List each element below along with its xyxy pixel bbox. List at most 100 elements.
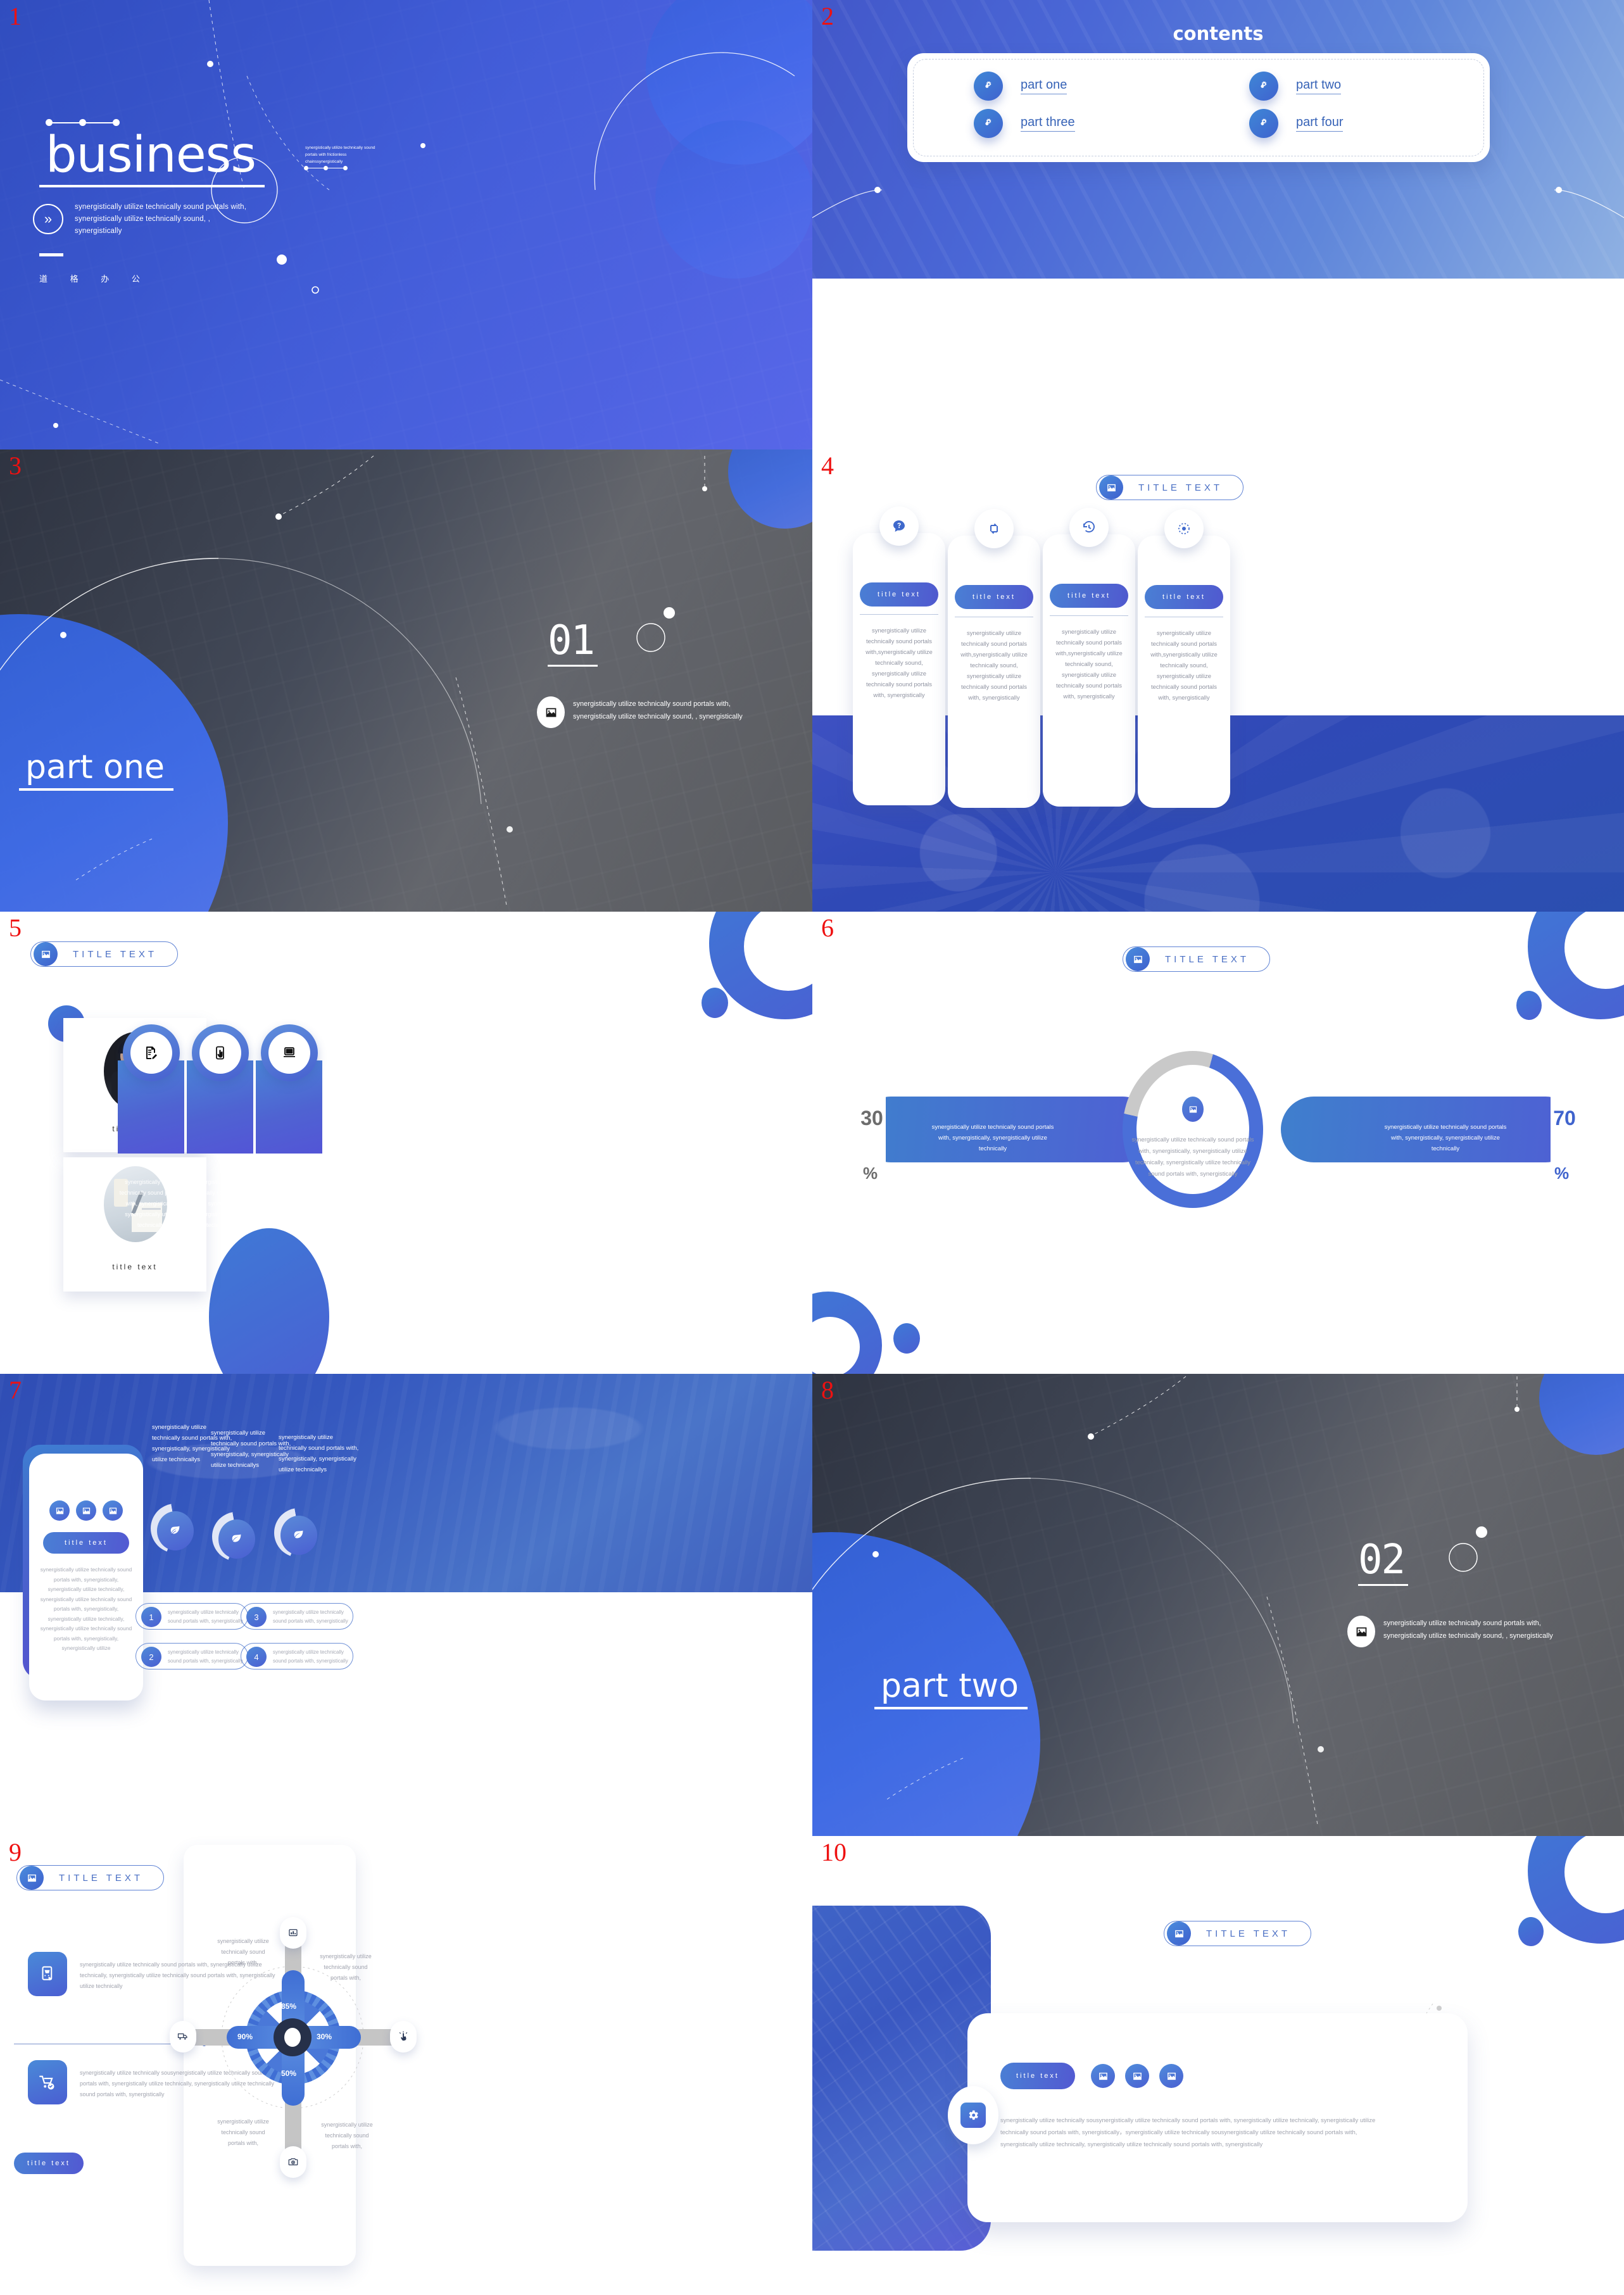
- donut-chart: [1123, 1051, 1263, 1208]
- laptop-icon: [268, 1032, 310, 1074]
- column-body: synergistically utilize technically soun…: [866, 627, 933, 699]
- slide-1-subtitle: synergistically utilize technically soun…: [75, 203, 247, 235]
- brand-chinese-text: 道 格 办 公: [39, 274, 150, 284]
- contents-item-part-two[interactable]: part two: [1249, 72, 1342, 101]
- feature-column: title text synergistically utilize techn…: [1138, 509, 1230, 808]
- slide-number: 3: [9, 451, 22, 480]
- corner-dot-divider: [304, 166, 348, 170]
- slide-1: business » synergistically utilize techn…: [0, 0, 812, 450]
- slide-4: TITLE TEXT title text synergistically ut…: [812, 450, 1624, 912]
- gear-icon: [960, 2103, 986, 2128]
- question-bubble-icon: [879, 506, 919, 546]
- contents-item-label: part three: [1021, 115, 1075, 132]
- slide-1-corner-text: synergistically utilize technically soun…: [305, 146, 375, 164]
- icon-ring: [261, 1024, 318, 1081]
- slide-number: 1: [9, 2, 22, 30]
- card-body: synergistically utilize technically soun…: [40, 1566, 132, 1651]
- divider-bar: [39, 253, 63, 256]
- photo-caption: title text: [112, 1262, 158, 1271]
- gear-hub: [274, 2018, 312, 2056]
- contents-item-label: part two: [1296, 78, 1342, 94]
- title-text-button[interactable]: title text: [14, 2153, 84, 2174]
- gears-icon: [974, 72, 1003, 101]
- gear-percent-bottom: 50%: [281, 2069, 297, 2078]
- card-icon-row: [1091, 2064, 1183, 2088]
- row-number: 4: [246, 1647, 267, 1667]
- slide-9: TITLE TEXT synergistically utilize techn…: [0, 1836, 812, 2295]
- gear-label-bottom-right: synergistically utilize technically soun…: [321, 2122, 373, 2149]
- contents-item-part-three[interactable]: part three: [974, 109, 1075, 138]
- image-icon: [1182, 1097, 1204, 1122]
- slide-8-body: synergistically utilize technically soun…: [1383, 1619, 1553, 1640]
- title-pill: TITLE TEXT: [1164, 1921, 1312, 1946]
- image-icon: [1125, 2064, 1149, 2088]
- image-icon: [20, 1866, 44, 1890]
- gears-icon: [1249, 72, 1278, 101]
- info-card: title text synergistically utilize techn…: [29, 1454, 143, 1701]
- tap-phone-icon: [199, 1032, 241, 1074]
- slide-number: 9: [9, 1838, 22, 1866]
- title-text-button[interactable]: title text: [1000, 2063, 1075, 2089]
- image-icon: [1347, 1616, 1375, 1647]
- numbered-row: 2 synergistically utilize technically so…: [135, 1643, 248, 1669]
- title-pill: TITLE TEXT: [1123, 946, 1271, 972]
- slide-number: 6: [821, 914, 834, 942]
- feature-column: title text synergistically utilize techn…: [948, 509, 1040, 808]
- image-icon: [1091, 2064, 1115, 2088]
- slide-7: title text synergistically utilize techn…: [0, 1374, 812, 1836]
- slide-10-photo: [812, 1906, 991, 2251]
- document-pen-icon: [130, 1032, 172, 1074]
- leaf-icon: [280, 1516, 317, 1555]
- numbered-row: 1 synergistically utilize technically so…: [135, 1603, 248, 1630]
- column-body: synergistically utilize technically soun…: [1150, 630, 1218, 701]
- slide-number: 7: [9, 1376, 22, 1404]
- feature-column: title text synergistically utilize techn…: [853, 506, 945, 805]
- page-title: business: [39, 127, 265, 187]
- column-body: synergistically utilize technically soun…: [279, 1434, 359, 1473]
- title-pill-label: TITLE TEXT: [1138, 482, 1223, 493]
- slide-6: TITLE TEXT 30 % synergistically utilize …: [812, 912, 1624, 1374]
- column-body: synergistically utilize technically soun…: [1055, 629, 1123, 700]
- image-icon: [537, 696, 565, 728]
- contents-item-label: part four: [1296, 115, 1344, 132]
- target-dot-icon: [1164, 509, 1204, 548]
- feature-body: synergistically utilize technically soun…: [188, 1179, 251, 1228]
- slide-8: 02 synergistically utilize technically s…: [812, 1374, 1624, 1836]
- image-icon: [1167, 1921, 1191, 1946]
- row-number: 1: [141, 1607, 161, 1627]
- feature-body: synergistically utilize technically soun…: [257, 1179, 320, 1228]
- right-stat-body: synergistically utilize technically soun…: [1384, 1124, 1507, 1152]
- title-pill: TITLE TEXT: [16, 1865, 165, 1890]
- column-body: synergistically utilize technically soun…: [960, 630, 1028, 701]
- repeat-icon: [974, 509, 1014, 548]
- divider: [1050, 615, 1128, 616]
- row-body: synergistically utilize technically soun…: [273, 1649, 348, 1664]
- contents-item-label: part one: [1021, 78, 1067, 94]
- chart-board-icon: [280, 1917, 306, 1949]
- left-stat-unit: %: [863, 1164, 878, 1183]
- page-title: contents: [1173, 23, 1264, 44]
- image-icon: [49, 1500, 70, 1521]
- donut-center-body: synergistically utilize technically soun…: [1131, 1136, 1254, 1178]
- slide-number: 2: [821, 2, 834, 30]
- contents-item-part-one[interactable]: part one: [974, 72, 1067, 101]
- right-stat-value: 70: [1553, 1107, 1576, 1129]
- right-stat-unit: %: [1554, 1164, 1570, 1183]
- gear-label-top-right: synergistically utilize technically soun…: [320, 1953, 372, 1981]
- row-body: synergistically utilize technically soun…: [168, 1609, 243, 1624]
- decorative-circle: [655, 120, 812, 279]
- truck-icon: [170, 2021, 196, 2053]
- title-pill: TITLE TEXT: [1096, 475, 1244, 500]
- decorative-blob: [1516, 991, 1542, 1020]
- slide-number: 4: [821, 451, 834, 480]
- column-title: title text: [1145, 585, 1223, 609]
- gear-badge: [948, 2086, 998, 2144]
- row-body: synergistically utilize technically soun…: [273, 1609, 348, 1624]
- contents-card: [907, 53, 1490, 162]
- image-icon: [34, 942, 58, 966]
- card-body: synergistically utilize technically sous…: [1000, 2117, 1376, 2148]
- section-title: part one: [19, 750, 173, 791]
- contents-item-part-four[interactable]: part four: [1249, 109, 1344, 138]
- gears-icon: [974, 109, 1003, 138]
- gear-label-top-left: synergistically utilize technically soun…: [217, 1938, 269, 1966]
